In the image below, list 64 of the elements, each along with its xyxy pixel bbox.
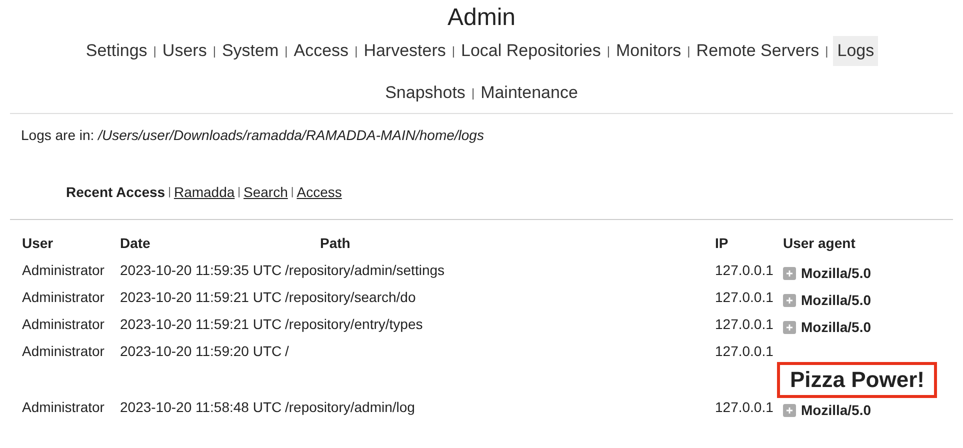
- separator: |: [212, 43, 216, 60]
- nav-tab[interactable]: Monitors: [614, 36, 682, 66]
- logs-location-path: /Users/user/Downloads/ramadda/RAMADDA-MAIN/home/logs: [98, 127, 484, 143]
- nav-tab[interactable]: Remote Servers: [695, 36, 820, 66]
- page-title: Admin: [447, 4, 516, 31]
- user-agent: Mozilla/5.0: [801, 291, 872, 309]
- table-cell: 127.0.0.1: [715, 316, 774, 332]
- table-cell: 127.0.0.1: [715, 343, 774, 359]
- separator: |: [471, 85, 475, 102]
- separator: |: [354, 43, 358, 60]
- table-cell: /repository/entry/types: [285, 316, 423, 332]
- table-cell: Administrator: [22, 343, 104, 359]
- table-cell: 2023-10-20 11:59:21 UTC: [120, 289, 282, 305]
- log-tab[interactable]: Ramadda: [174, 182, 235, 203]
- user-agent-box: Pizza Power!: [777, 362, 938, 398]
- log-tab[interactable]: Recent Access: [66, 182, 166, 203]
- table-cell: 127.0.0.1: [715, 289, 774, 305]
- separator: |: [238, 185, 241, 200]
- log-tab[interactable]: Access: [296, 182, 342, 203]
- table-cell: 127.0.0.1: [715, 399, 774, 415]
- table-cell: /repository/search/do: [285, 289, 416, 305]
- expand-icon[interactable]: [783, 294, 796, 306]
- user-agent: Mozilla/5.0: [801, 401, 872, 419]
- user-agent: Mozilla/5.0: [801, 318, 872, 336]
- separator: |: [825, 43, 828, 60]
- table-cell: 2023-10-20 11:59:20 UTC: [120, 343, 282, 359]
- expand-icon[interactable]: [783, 266, 796, 280]
- nav-tab[interactable]: Access: [292, 36, 350, 66]
- separator: |: [687, 43, 690, 60]
- table-cell: Administrator: [22, 289, 104, 305]
- separator: |: [452, 43, 455, 60]
- table-cell: /repository/admin/log: [285, 399, 415, 415]
- nav-tab[interactable]: Local Repositories: [460, 36, 602, 66]
- table-cell: 2023-10-20 11:59:21 UTC: [120, 316, 282, 332]
- column-header: IP: [715, 235, 728, 251]
- column-header: User agent: [783, 235, 856, 251]
- table-cell: 2023-10-20 11:58:48 UTC: [120, 399, 282, 415]
- nav-tab[interactable]: Users: [161, 36, 208, 66]
- table-cell: Administrator: [22, 316, 104, 332]
- separator: |: [168, 185, 171, 200]
- table-cell: Administrator: [22, 399, 104, 415]
- nav-tab[interactable]: Harvesters: [362, 36, 447, 66]
- column-header: Date: [120, 235, 150, 251]
- table-cell: /repository/admin/settings: [285, 262, 445, 278]
- table-cell: Administrator: [22, 262, 104, 278]
- logs-location-label: Logs are in:: [21, 127, 94, 143]
- table-cell: 2023-10-20 11:59:35 UTC: [120, 262, 282, 278]
- column-header: Path: [320, 235, 350, 251]
- separator: |: [290, 185, 294, 200]
- table-cell: /: [285, 343, 289, 359]
- nav-tab[interactable]: Settings: [84, 36, 148, 66]
- log-tab[interactable]: Search: [244, 182, 288, 203]
- column-header: User: [22, 235, 54, 251]
- nav-tab[interactable]: Snapshots: [384, 78, 466, 108]
- separator: |: [153, 43, 156, 60]
- separator: |: [606, 43, 610, 60]
- separator: |: [284, 43, 288, 60]
- nav-tab[interactable]: Maintenance: [480, 78, 579, 108]
- nav-tab[interactable]: System: [220, 36, 280, 66]
- table-cell: 127.0.0.1: [715, 262, 774, 278]
- expand-icon[interactable]: [783, 404, 796, 416]
- expand-icon[interactable]: [783, 320, 796, 334]
- nav-tab[interactable]: Logs: [833, 36, 878, 66]
- user-agent: Mozilla/5.0: [801, 264, 872, 282]
